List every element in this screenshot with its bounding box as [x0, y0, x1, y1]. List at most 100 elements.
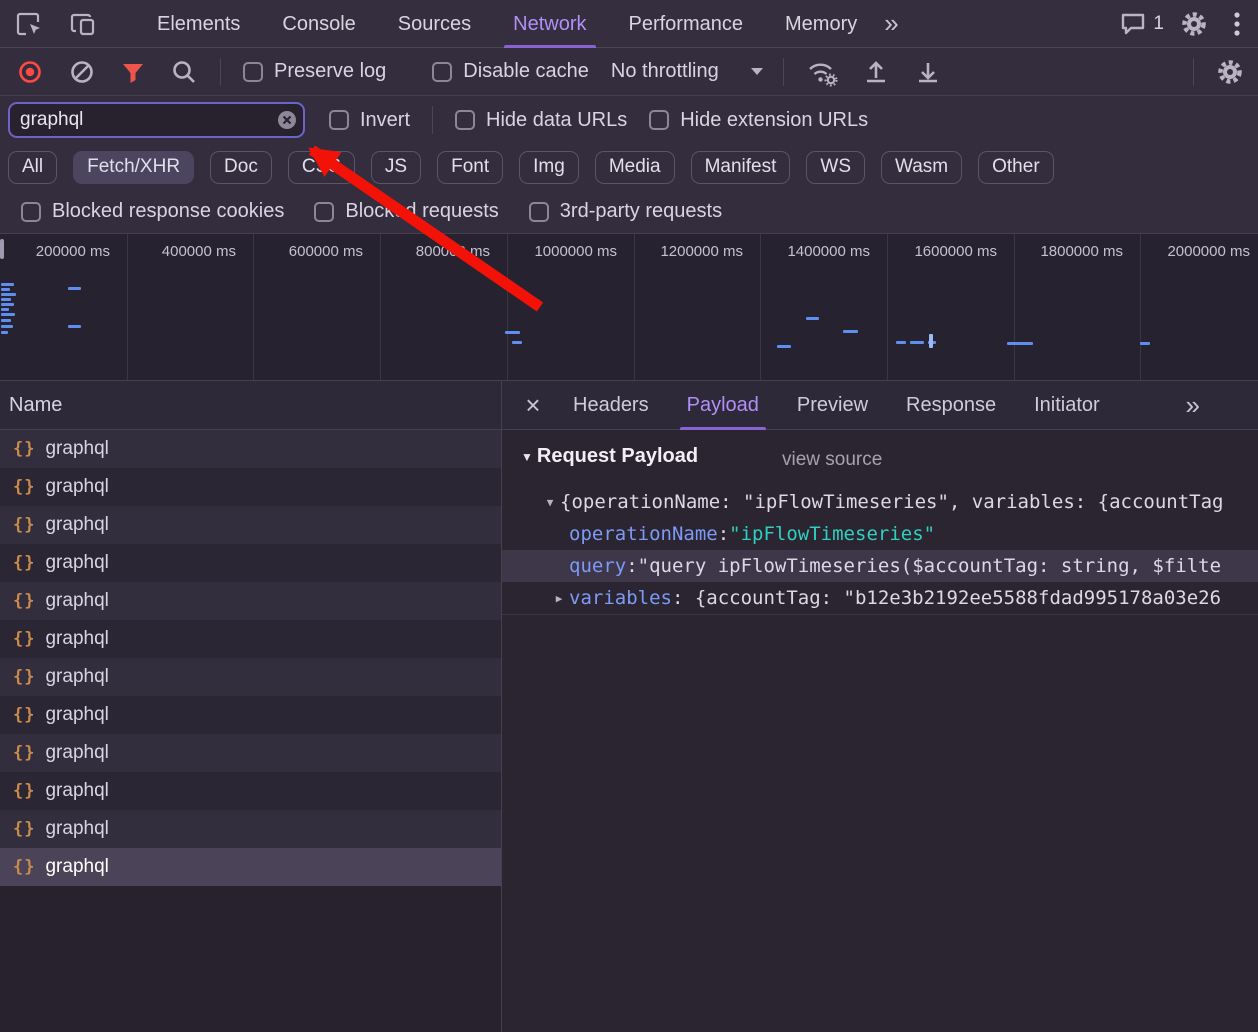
divider — [783, 58, 784, 86]
throttling-select[interactable]: No throttling — [611, 60, 763, 83]
settings-gear-icon[interactable] — [1180, 10, 1208, 38]
network-filter-row: Invert Hide data URLs Hide extension URL… — [0, 96, 1258, 144]
type-filter-font[interactable]: Font — [437, 151, 503, 184]
request-row[interactable]: {}graphql — [0, 658, 501, 696]
tab-elements[interactable]: Elements — [136, 0, 261, 48]
tab-performance[interactable]: Performance — [608, 0, 765, 48]
request-row[interactable]: {}graphql — [0, 848, 501, 886]
more-detail-tabs-icon[interactable]: » — [1186, 390, 1200, 421]
payload-tree: ▼{operationName: "ipFlowTimeseries", var… — [502, 486, 1258, 615]
request-name: graphql — [45, 780, 108, 802]
record-network-log-icon[interactable] — [16, 58, 44, 86]
filter-blocked-requests[interactable]: Blocked requests — [314, 200, 498, 223]
payload-segment: : — [718, 523, 729, 545]
more-tabs-icon[interactable]: » — [884, 8, 898, 39]
clear-network-log-icon[interactable] — [68, 58, 96, 86]
detail-tab-preview[interactable]: Preview — [778, 381, 887, 430]
preserve-log-checkbox[interactable]: Preserve log — [243, 60, 386, 83]
view-source-link[interactable]: view source — [782, 449, 882, 471]
network-conditions-icon[interactable] — [806, 57, 838, 87]
overview-scroll-handle[interactable] — [0, 239, 4, 259]
waterfall-tick-label: 600000 ms — [258, 243, 363, 260]
tab-console[interactable]: Console — [261, 0, 376, 48]
payload-segment: : {accountTag: "b12e3b2192ee5588fdad9951… — [672, 587, 1221, 609]
hide-data-urls-checkbox[interactable]: Hide data URLs — [455, 109, 627, 132]
checkbox[interactable] — [649, 110, 669, 130]
detail-tab-headers[interactable]: Headers — [554, 381, 668, 430]
filter-3rd-party-requests[interactable]: 3rd-party requests — [529, 200, 722, 223]
type-filter-doc[interactable]: Doc — [210, 151, 272, 184]
waterfall-overview[interactable]: 200000 ms400000 ms600000 ms800000 ms1000… — [0, 233, 1258, 381]
tree-expanded-arrow-icon[interactable]: ▼ — [540, 496, 560, 509]
divider — [432, 106, 433, 134]
payload-segment: variables — [569, 587, 672, 609]
type-filter-media[interactable]: Media — [595, 151, 675, 184]
checkbox[interactable] — [432, 62, 452, 82]
detail-tab-initiator[interactable]: Initiator — [1015, 381, 1119, 430]
request-row[interactable]: {}graphql — [0, 506, 501, 544]
request-row[interactable]: {}graphql — [0, 772, 501, 810]
issues-bubble-icon[interactable] — [1119, 11, 1147, 37]
device-toolbar-icon[interactable] — [68, 9, 98, 39]
payload-tree-row[interactable]: query: "query ipFlowTimeseries($accountT… — [502, 550, 1258, 582]
payload-segment: : — [626, 555, 637, 577]
clear-filter-icon[interactable] — [276, 109, 298, 131]
request-timing-mark — [1, 293, 16, 296]
request-timing-mark — [843, 330, 858, 333]
payload-tree-row[interactable]: ▶variables: {accountTag: "b12e3b2192ee55… — [502, 582, 1258, 614]
disable-cache-checkbox[interactable]: Disable cache — [432, 60, 589, 83]
name-column-header[interactable]: Name — [0, 381, 501, 430]
checkbox[interactable] — [21, 202, 41, 222]
request-payload-section[interactable]: ▼ Request Payload — [521, 445, 698, 468]
type-filter-other[interactable]: Other — [978, 151, 1054, 184]
type-filter-css[interactable]: CSS — [288, 151, 355, 184]
request-name: graphql — [45, 590, 108, 612]
hide-extension-urls-checkbox[interactable]: Hide extension URLs — [649, 109, 868, 132]
type-filter-fetch-xhr[interactable]: Fetch/XHR — [73, 151, 194, 184]
network-settings-gear-icon[interactable] — [1216, 58, 1244, 86]
request-row[interactable]: {}graphql — [0, 620, 501, 658]
type-filter-manifest[interactable]: Manifest — [691, 151, 791, 184]
type-filter-all[interactable]: All — [8, 151, 57, 184]
tab-sources[interactable]: Sources — [377, 0, 492, 48]
divider — [1193, 58, 1194, 86]
kebab-menu-icon[interactable] — [1232, 11, 1242, 37]
payload-tree-row[interactable]: operationName: "ipFlowTimeseries" — [502, 518, 1258, 550]
type-filter-img[interactable]: Img — [519, 151, 579, 184]
network-filter-input[interactable] — [8, 102, 305, 138]
type-filter-ws[interactable]: WS — [806, 151, 865, 184]
type-filter-js[interactable]: JS — [371, 151, 421, 184]
checkbox[interactable] — [243, 62, 263, 82]
tab-memory[interactable]: Memory — [764, 0, 878, 48]
inspect-element-icon[interactable] — [14, 9, 44, 39]
checkbox[interactable] — [314, 202, 334, 222]
import-har-icon[interactable] — [862, 58, 890, 86]
checkbox[interactable] — [329, 110, 349, 130]
request-row[interactable]: {}graphql — [0, 544, 501, 582]
filter-blocked-response-cookies[interactable]: Blocked response cookies — [21, 200, 284, 223]
detail-tab-payload[interactable]: Payload — [668, 381, 778, 430]
checkbox[interactable] — [455, 110, 475, 130]
export-har-icon[interactable] — [914, 58, 942, 86]
checkbox[interactable] — [529, 202, 549, 222]
section-expanded-arrow-icon[interactable]: ▼ — [521, 450, 533, 464]
filter-funnel-icon[interactable] — [120, 59, 146, 85]
request-list-panel: Name {}graphql{}graphql{}graphql{}graphq… — [0, 381, 502, 1032]
divider — [220, 58, 221, 86]
invert-filter-checkbox[interactable]: Invert — [329, 109, 410, 132]
request-row[interactable]: {}graphql — [0, 430, 501, 468]
search-icon[interactable] — [170, 58, 198, 86]
waterfall-tick-label: 1400000 ms — [765, 243, 870, 260]
request-row[interactable]: {}graphql — [0, 696, 501, 734]
type-filter-wasm[interactable]: Wasm — [881, 151, 962, 184]
request-row[interactable]: {}graphql — [0, 734, 501, 772]
payload-tree-row[interactable]: ▼{operationName: "ipFlowTimeseries", var… — [502, 486, 1258, 518]
request-row[interactable]: {}graphql — [0, 582, 501, 620]
waterfall-gridline — [1140, 234, 1141, 380]
detail-tab-response[interactable]: Response — [887, 381, 1015, 430]
request-row[interactable]: {}graphql — [0, 468, 501, 506]
tab-network[interactable]: Network — [492, 0, 607, 48]
request-row[interactable]: {}graphql — [0, 810, 501, 848]
close-detail-icon[interactable]: × — [512, 390, 554, 421]
tree-collapsed-arrow-icon[interactable]: ▶ — [549, 592, 569, 605]
